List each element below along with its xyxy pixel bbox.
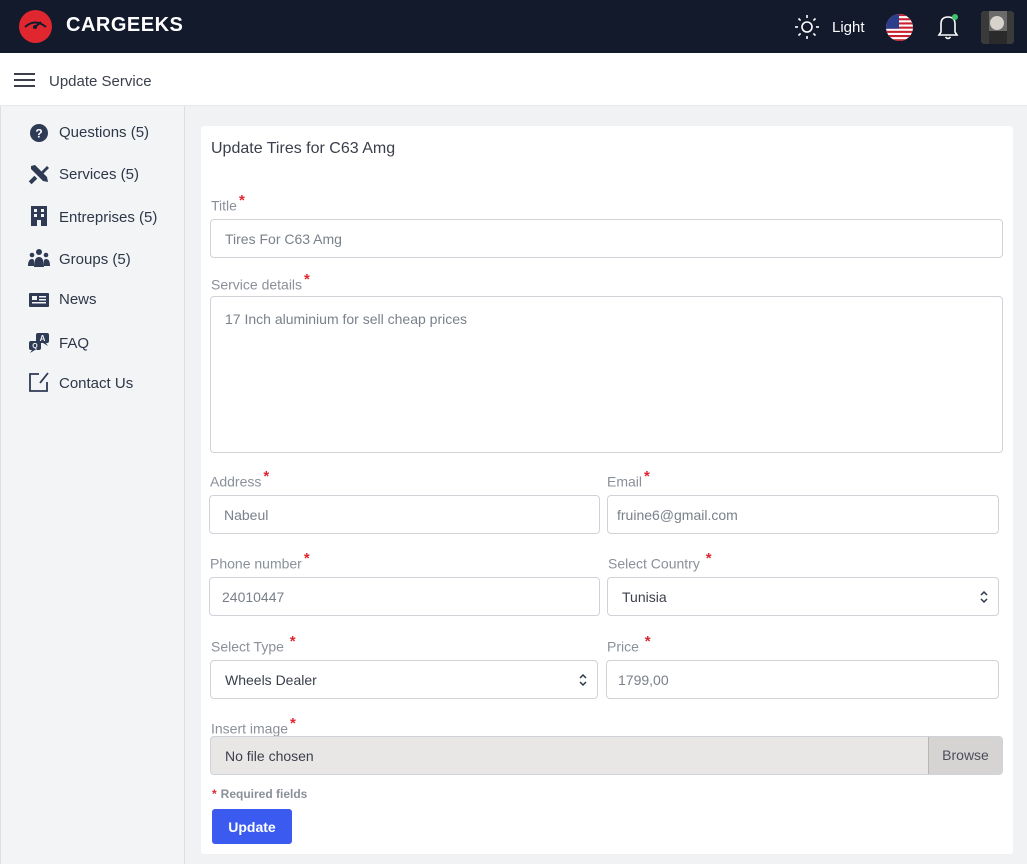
type-label: Select Type * <box>211 633 296 655</box>
required-mark: * <box>644 633 651 650</box>
svg-text:?: ? <box>35 127 42 141</box>
country-label: Select Country * <box>608 550 712 572</box>
chat-icon: AQ <box>28 332 50 354</box>
image-label: Insert image * <box>211 715 296 737</box>
required-fields-note: * Required fields <box>212 787 308 801</box>
sidebar-item-label: Contact Us <box>59 375 134 392</box>
sidebar-item-contact-us[interactable]: Contact Us <box>1 369 185 399</box>
email-label: Email * <box>607 468 650 490</box>
users-icon <box>28 247 50 269</box>
sub-header <box>0 53 1027 106</box>
svg-text:A: A <box>40 334 46 343</box>
update-button[interactable]: Update <box>212 809 292 844</box>
sidebar-item-groups[interactable]: Groups (5) <box>1 245 185 275</box>
hamburger-menu-icon[interactable] <box>14 72 35 88</box>
page-title: Update Service <box>49 73 152 90</box>
svg-text:Q: Q <box>32 343 38 350</box>
phone-label: Phone number * <box>210 550 310 572</box>
service-details-textarea[interactable]: 17 Inch aluminium for sell cheap prices <box>210 296 1003 453</box>
image-file-input[interactable]: No file chosen Browse <box>210 736 1003 775</box>
sidebar-item-questions[interactable]: ? Questions (5) <box>1 118 185 148</box>
required-mark: * <box>290 715 296 732</box>
browse-button[interactable]: Browse <box>928 737 1002 774</box>
select-chevron-icon <box>980 590 988 603</box>
required-mark: * <box>289 633 296 650</box>
service-details-label: Service details * <box>211 271 310 293</box>
sidebar-item-services[interactable]: Services (5) <box>1 160 185 190</box>
newspaper-icon <box>28 289 50 311</box>
email-input[interactable]: fruine6@gmail.com <box>607 495 999 534</box>
type-select[interactable]: Wheels Dealer <box>210 660 598 699</box>
sidebar: ? Questions (5) Services (5) Entreprises… <box>0 106 185 864</box>
required-mark: * <box>705 550 712 567</box>
sidebar-item-label: Services (5) <box>59 166 140 183</box>
sidebar-item-label: Entreprises (5) <box>59 209 158 226</box>
tools-icon <box>28 163 50 185</box>
form-title: Update Tires for C63 Amg <box>211 140 396 157</box>
sidebar-item-label: Groups (5) <box>59 251 131 268</box>
phone-input[interactable]: 24010447 <box>209 577 600 616</box>
theme-toggle-label[interactable]: Light <box>832 19 865 36</box>
title-input[interactable]: Tires For C63 Amg <box>210 219 1003 258</box>
title-label: Title * <box>211 192 245 214</box>
building-icon <box>28 205 50 227</box>
edit-icon <box>28 371 50 393</box>
logo-icon[interactable] <box>19 10 52 43</box>
select-chevron-icon <box>579 673 587 686</box>
address-label: Address * <box>210 468 270 490</box>
us-flag-icon[interactable] <box>886 14 913 41</box>
avatar[interactable] <box>981 11 1014 44</box>
sidebar-item-label: News <box>59 291 97 308</box>
required-mark: * <box>238 192 245 209</box>
file-status-text: No file chosen <box>225 748 314 764</box>
sidebar-item-label: FAQ <box>59 335 90 352</box>
required-mark: * <box>644 468 650 485</box>
price-input[interactable]: 1799,00 <box>606 660 999 699</box>
address-input[interactable]: Nabeul <box>209 495 600 534</box>
price-label: Price * <box>607 633 651 655</box>
question-circle-icon: ? <box>28 122 50 144</box>
sidebar-item-label: Questions (5) <box>59 124 150 141</box>
sun-icon[interactable] <box>793 13 821 41</box>
country-select[interactable]: Tunisia <box>607 577 999 616</box>
sidebar-item-entreprises[interactable]: Entreprises (5) <box>1 203 185 233</box>
sidebar-item-news[interactable]: News <box>1 285 185 315</box>
required-mark: * <box>303 550 310 567</box>
sidebar-item-faq[interactable]: AQ FAQ <box>1 329 185 359</box>
brand-name[interactable]: CARGEEKS <box>66 14 183 37</box>
required-mark: * <box>304 271 310 288</box>
bell-icon[interactable] <box>934 11 962 41</box>
required-mark: * <box>263 468 270 485</box>
